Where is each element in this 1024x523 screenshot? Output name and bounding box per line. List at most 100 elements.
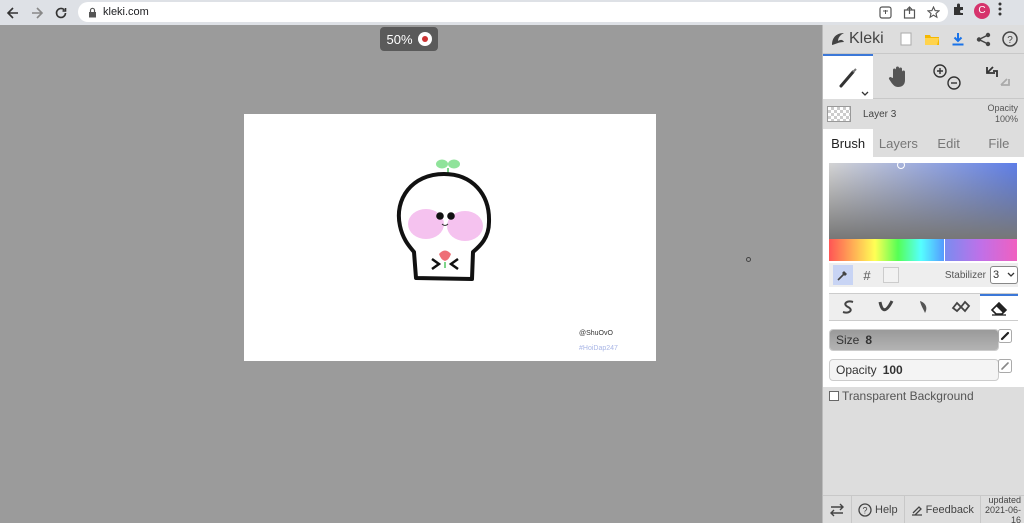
tab-file[interactable]: File [974, 129, 1024, 157]
undo-redo-button[interactable] [973, 54, 1023, 99]
color-picker-handle[interactable] [897, 161, 905, 169]
pressure-opacity-toggle-icon[interactable] [998, 359, 1012, 373]
pen-stroke-icon [842, 300, 854, 314]
size-slider[interactable]: Size 8 [829, 329, 999, 351]
update-info: updated 2021-06-16 [981, 495, 1024, 523]
svg-text:?: ? [1007, 35, 1013, 46]
zoom-reset-icon[interactable] [417, 32, 432, 46]
opacity-value: 100 [882, 363, 903, 377]
stabilizer-value: 3 [993, 269, 1000, 281]
tab-edit[interactable]: Edit [924, 129, 974, 157]
app-name: Kleki [849, 30, 884, 47]
svg-text:?: ? [862, 505, 867, 515]
size-label: Size [836, 333, 860, 347]
current-layer-row[interactable]: Layer 3 Opacity 100% [823, 99, 1024, 129]
lock-icon [89, 7, 96, 17]
pen-brush-button[interactable] [829, 294, 867, 320]
canvas-credit: @ShuOvO [579, 330, 613, 337]
swap-sides-button[interactable] [823, 496, 852, 523]
logo-row: Kleki ? [823, 25, 1024, 53]
canvas-hashtag: #HoiDap247 [579, 345, 618, 352]
layer-thumbnail [827, 106, 851, 122]
profile-avatar[interactable]: C [974, 2, 990, 19]
chevron-down-icon[interactable] [861, 91, 869, 97]
open-folder-icon[interactable] [924, 31, 940, 47]
pixel-brush-button[interactable] [942, 294, 980, 320]
arrow-left-icon [6, 6, 18, 19]
zoom-tool-button[interactable] [923, 54, 973, 99]
feedback-button[interactable]: Feedback [905, 496, 981, 523]
transparent-background-option[interactable]: Transparent Background [829, 389, 1018, 403]
eyedropper-icon [837, 271, 847, 281]
reload-button[interactable] [50, 2, 72, 24]
address-bar[interactable]: kleki.com [78, 2, 948, 22]
eraser-button[interactable] [980, 294, 1018, 320]
help-button[interactable]: ? Help [852, 496, 905, 523]
forward-button[interactable] [26, 2, 48, 24]
swap-icon [830, 503, 844, 516]
transparent-background-checkbox[interactable] [829, 391, 839, 401]
opacity-slider[interactable]: Opacity 100 [829, 359, 999, 381]
new-image-icon[interactable] [898, 31, 914, 47]
tab-brush[interactable]: Brush [823, 129, 874, 157]
brush-settings: # Stabilizer 3 Size 8 Opacity 100 Transp… [823, 157, 1024, 403]
hue-gradient-secondary[interactable] [944, 239, 1017, 261]
brush-icon [839, 67, 857, 87]
brush-tool-button[interactable] [823, 54, 873, 99]
secondary-color-swatch[interactable] [883, 267, 899, 283]
sketchy-stroke-icon [920, 301, 927, 313]
extensions-icon[interactable] [952, 2, 966, 19]
hue-slider[interactable] [829, 239, 1017, 261]
back-button[interactable] [2, 2, 24, 24]
undo-redo-icon [986, 65, 1010, 86]
updated-date: 2021-06-16 [984, 504, 1021, 523]
translate-icon[interactable] [878, 5, 892, 19]
pressure-size-toggle-icon[interactable] [998, 329, 1012, 343]
sketchy-brush-button[interactable] [905, 294, 943, 320]
arrow-right-icon [32, 6, 44, 19]
blend-stroke-icon [878, 300, 894, 312]
tab-layers[interactable]: Layers [873, 129, 923, 157]
download-icon[interactable] [950, 31, 966, 47]
eyedropper-button[interactable] [833, 265, 853, 285]
layer-opacity-value: 100% [994, 114, 1018, 124]
chevron-down-icon [1007, 272, 1015, 277]
help-circle-icon: ? [858, 502, 872, 517]
panel-tabs: Brush Layers Edit File [823, 129, 1024, 157]
zoom-in-out-icon [933, 63, 961, 90]
brush-cursor [746, 257, 751, 262]
help-label: Help [875, 503, 898, 516]
star-icon[interactable] [926, 5, 940, 19]
blend-brush-button[interactable] [867, 294, 905, 320]
stabilizer-label: Stabilizer [944, 269, 986, 281]
eraser-icon [990, 301, 1008, 316]
saturation-value-picker[interactable] [829, 161, 1017, 239]
hand-tool-button[interactable] [873, 54, 923, 99]
opacity-label: Opacity [836, 363, 877, 377]
updated-label: updated [988, 494, 1021, 505]
pixel-stroke-icon [951, 300, 971, 313]
reload-icon [55, 7, 67, 18]
share-icon[interactable] [976, 31, 992, 47]
stabilizer-select[interactable]: 3 [990, 266, 1018, 284]
layer-opacity: Opacity 100% [987, 103, 1018, 125]
drawing-canvas[interactable]: @ShuOvO #HoiDap247 [244, 114, 656, 361]
kleki-side-panel: Kleki ? Layer 3 Opacity 100% Brush Layer… [822, 25, 1024, 523]
help-circle-icon[interactable]: ? [1001, 31, 1018, 47]
feedback-label: Feedback [925, 503, 974, 516]
character-drawing [396, 159, 492, 281]
share-page-icon[interactable] [902, 5, 916, 19]
browser-toolbar: kleki.com C [0, 0, 1024, 25]
brush-type-row [829, 293, 1018, 321]
zoom-indicator[interactable]: 50% [380, 27, 438, 51]
hex-input-button[interactable]: # [857, 265, 877, 285]
canvas-workspace[interactable]: 50% @ShuOvO #HoiDap247 [0, 25, 822, 523]
color-tools-row: # Stabilizer 3 [829, 263, 1018, 287]
layer-opacity-label: Opacity [987, 103, 1018, 113]
zoom-level: 50% [386, 31, 413, 47]
panel-footer: ? Help Feedback updated 2021-06-16 [823, 495, 1024, 523]
kleki-logo-icon [832, 33, 844, 45]
hue-gradient[interactable] [829, 239, 944, 261]
size-value: 8 [865, 333, 873, 347]
more-menu-icon[interactable] [998, 2, 1002, 19]
